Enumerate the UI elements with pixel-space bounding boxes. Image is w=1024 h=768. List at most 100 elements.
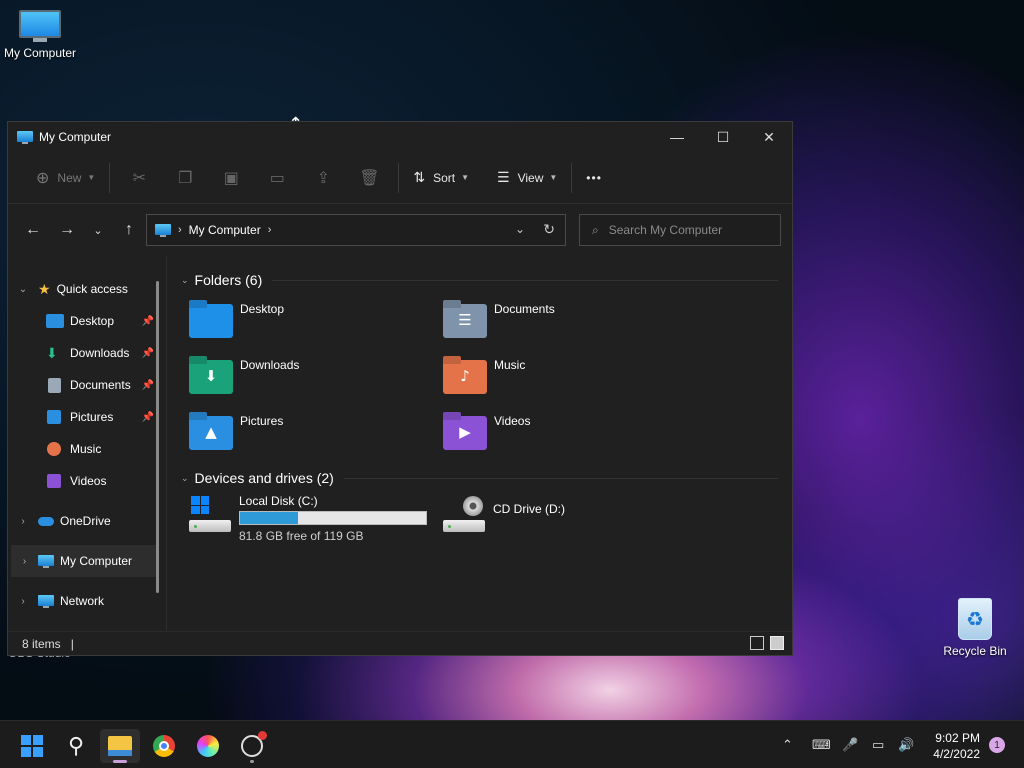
nav-item-pictures[interactable]: Pictures 📌	[8, 401, 166, 433]
forward-button[interactable]: →	[50, 214, 84, 246]
microphone-icon[interactable]: 🎤	[842, 737, 858, 753]
nav-item-downloads[interactable]: ⬇ Downloads 📌	[8, 337, 166, 369]
keyboard-icon[interactable]: ⌨	[812, 737, 831, 753]
folders-header-label: Folders (6)	[194, 272, 263, 288]
address-dropdown-icon[interactable]: ⌄	[515, 222, 525, 236]
drives-section-header[interactable]: ⌄ Devices and drives (2)	[173, 464, 792, 492]
rename-button[interactable]: ▭	[254, 162, 300, 194]
chevron-down-icon[interactable]: ⌄	[8, 284, 38, 295]
command-bar: ⊕ New ▼ ✂ ❐ ▣ ▭ ⇪ 🗑 ⇅ Sort ▼ ☰ View ▼ ••…	[8, 152, 792, 204]
search-button[interactable]: ⚲	[56, 729, 96, 763]
cut-button[interactable]: ✂	[116, 162, 162, 194]
folder-tile-desktop[interactable]: Desktop	[173, 294, 427, 350]
network-icon[interactable]: ▭	[872, 737, 888, 753]
plus-circle-icon: ⊕	[36, 169, 50, 187]
hard-drive-icon	[189, 496, 233, 532]
nav-item-label: OneDrive	[60, 514, 111, 528]
folder-tile-music[interactable]: ♪ Music	[427, 350, 681, 406]
nav-item-label: Network	[60, 594, 105, 608]
toolbar-separator	[109, 162, 111, 193]
close-button[interactable]: ✕	[746, 122, 792, 152]
file-explorer-window[interactable]: My Computer — ☐ ✕ ⊕ New ▼ ✂ ❐ ▣ ▭ ⇪ 🗑 ⇅ …	[7, 121, 793, 656]
nav-item-label: Downloads	[70, 346, 130, 360]
nav-item-music[interactable]: Music	[8, 433, 166, 465]
nav-item-network[interactable]: › Network	[8, 585, 166, 617]
tiles-view-button[interactable]	[770, 636, 784, 650]
copy-button[interactable]: ❐	[162, 162, 208, 194]
sort-button[interactable]: ⇅ Sort ▼	[405, 162, 477, 194]
title-bar[interactable]: My Computer — ☐ ✕	[8, 122, 792, 152]
delete-button[interactable]: 🗑	[346, 162, 392, 194]
chevron-down-icon: ▼	[461, 173, 470, 182]
disc-icon	[463, 496, 483, 516]
desktop-folder-icon	[189, 304, 233, 338]
taskbar-obs[interactable]	[232, 729, 272, 763]
pin-icon: 📌	[141, 315, 154, 327]
chevron-right-icon[interactable]: ›	[8, 516, 38, 527]
arrow-right-icon: →	[59, 221, 75, 238]
taskbar-file-explorer[interactable]	[100, 729, 140, 763]
pin-icon: 📌	[141, 347, 154, 359]
up-button[interactable]: ↑	[112, 214, 146, 246]
chevron-down-icon[interactable]: ⌄	[181, 275, 189, 286]
nav-item-my-computer[interactable]: › My Computer	[11, 545, 156, 577]
folder-name: Downloads	[240, 358, 300, 372]
chevron-right-icon[interactable]: ›	[8, 596, 38, 607]
chevron-down-icon[interactable]: ⌄	[181, 473, 189, 484]
taskbar-photos[interactable]	[188, 729, 228, 763]
folder-tile-pictures[interactable]: ▲ Pictures	[173, 406, 427, 462]
refresh-icon[interactable]: ↻	[543, 221, 555, 238]
breadcrumb-location[interactable]: My Computer	[189, 223, 261, 237]
desktop-icon-recycle-bin[interactable]: Recycle Bin	[935, 598, 1015, 658]
nav-item-desktop[interactable]: Desktop 📌	[8, 305, 166, 337]
drive-tile-c[interactable]: Local Disk (C:) 81.8 GB free of 119 GB	[173, 492, 427, 550]
navigation-pane: ⌄ ★ Quick access Desktop 📌 ⬇ Downloads 📌…	[8, 256, 166, 632]
folder-tile-documents[interactable]: ☰ Documents	[427, 294, 681, 350]
paste-button[interactable]: ▣	[208, 162, 254, 194]
more-options-button[interactable]: •••	[578, 162, 610, 194]
drive-name: CD Drive (D:)	[493, 502, 565, 516]
volume-icon[interactable]: 🔊	[898, 737, 914, 753]
nav-item-label: Music	[70, 442, 102, 456]
minimize-button[interactable]: —	[654, 122, 700, 152]
share-button[interactable]: ⇪	[300, 162, 346, 194]
desktop-icon	[46, 314, 64, 328]
network-icon	[38, 594, 54, 608]
folder-glyph: ▲	[205, 423, 217, 441]
taskbar-chrome[interactable]	[144, 729, 184, 763]
clock[interactable]: 9:02 PM 4/2/2022	[933, 730, 980, 762]
nav-item-documents[interactable]: Documents 📌	[8, 369, 166, 401]
computer-icon	[155, 223, 171, 237]
address-bar[interactable]: › My Computer › ⌄ ↻	[146, 214, 566, 246]
desktop-icon-label: Recycle Bin	[943, 644, 1007, 658]
folders-section-header[interactable]: ⌄ Folders (6)	[173, 266, 792, 294]
content-pane: ⌄ Folders (6) Desktop ☰ Documents ⬇ Download…	[167, 256, 792, 632]
desktop-icon-my-computer[interactable]: My Computer	[0, 10, 80, 60]
folder-tile-downloads[interactable]: ⬇ Downloads	[173, 350, 427, 406]
view-button[interactable]: ☰ View ▼	[489, 162, 565, 194]
scissors-icon: ✂	[132, 169, 147, 187]
chevron-right-icon[interactable]: ›	[268, 224, 272, 236]
maximize-button[interactable]: ☐	[700, 122, 746, 152]
nav-item-quick-access[interactable]: ⌄ ★ Quick access	[8, 273, 166, 305]
nav-item-onedrive[interactable]: › OneDrive	[8, 505, 166, 537]
details-view-button[interactable]	[750, 636, 764, 650]
folder-tile-videos[interactable]: ▶ Videos	[427, 406, 681, 462]
new-button[interactable]: ⊕ New ▼	[28, 162, 103, 194]
back-button[interactable]: ←	[16, 214, 50, 246]
chevron-right-icon[interactable]: ›	[11, 556, 38, 567]
nav-scrollbar[interactable]	[156, 281, 159, 593]
documents-icon	[48, 377, 61, 393]
chevron-down-icon: ⌄	[93, 224, 103, 237]
documents-folder-icon: ☰	[443, 304, 487, 338]
show-hidden-icons-button[interactable]: ⌃	[782, 737, 798, 753]
notification-badge[interactable]: 1	[989, 737, 1005, 753]
nav-item-videos[interactable]: Videos	[8, 465, 166, 497]
search-input[interactable]: ⌕ Search My Computer	[579, 214, 781, 246]
folder-glyph: ♪	[460, 367, 470, 385]
drive-tile-d[interactable]: CD Drive (D:)	[427, 492, 681, 550]
folder-name: Videos	[494, 414, 531, 428]
recent-locations-button[interactable]: ⌄	[84, 214, 112, 246]
start-button[interactable]	[12, 729, 52, 763]
pictures-folder-icon: ▲	[189, 416, 233, 450]
